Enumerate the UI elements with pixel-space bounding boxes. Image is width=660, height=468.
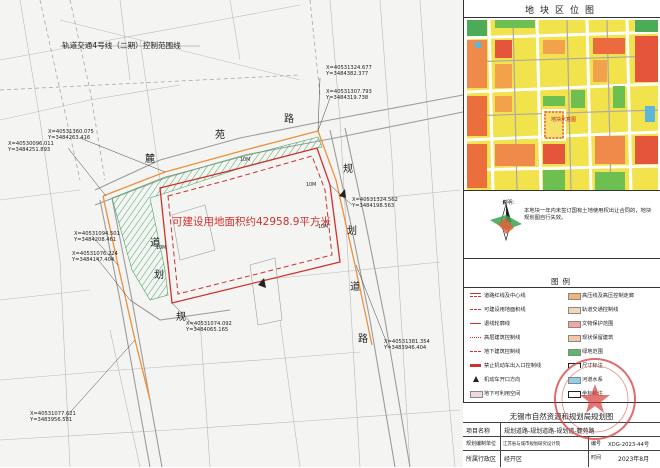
legend-label: 现状保留建筑 (582, 335, 614, 341)
rail-control-label: 轨道交通4号线（二期）控制范围线 (62, 41, 181, 50)
legend-label: 机动车开口方向 (484, 377, 521, 383)
dim-label: 10M (240, 158, 251, 163)
legend-swatch (568, 335, 581, 342)
coord-tag: X=40531074.092 Y=3484065.165 (186, 321, 232, 333)
legend-label: 轨道交通控制线 (582, 307, 619, 313)
divider (463, 450, 660, 451)
divider (464, 190, 660, 191)
dim-label: 10M (306, 183, 317, 188)
date-value: 2023年8月 (618, 456, 650, 463)
legend-swatch (470, 364, 481, 367)
legend-swatch (568, 321, 581, 328)
legend-title: 图例 (551, 277, 574, 286)
district-label: 所属行政区 (466, 456, 497, 463)
coord-tag: X=40530096.011 Y=3484251.893 (8, 141, 54, 153)
planning-sheet: 轨道交通4号线（二期）控制范围线 可建设用地面积约42958.9平方米 路 规 … (0, 0, 660, 468)
road-char: 划 (154, 270, 164, 281)
road-char: 规 (176, 312, 186, 323)
legend-label: 地下建筑控制线 (484, 349, 521, 355)
legend-label: 退线轮廓线 (484, 321, 510, 327)
legend-label: 道路红线及中心线 (484, 293, 526, 299)
legend-swatch (568, 307, 581, 314)
divider (500, 422, 501, 467)
coord-tag: X=40531094.501 Y=3484208.461 (74, 231, 120, 243)
coord-tag: X=40531076.224 Y=3484147.404 (72, 251, 118, 263)
compass-north-label: N (503, 200, 507, 206)
dim-label: 10M (318, 225, 329, 230)
location-map (467, 20, 658, 190)
road-char: 路 (358, 334, 368, 345)
location-title: 地块区位图 (524, 6, 600, 16)
site-tag: 地块示意图 (551, 117, 577, 123)
legend-swatch (470, 293, 481, 297)
buildable-area-label: 可建设用地面积约42958.9平方米 (172, 216, 331, 228)
legend-label: 可建设用地面积线 (484, 307, 526, 313)
coord-tag: X=40531360.075 Y=3484263.416 (48, 129, 94, 141)
compass-icon (490, 202, 522, 242)
legend-swatch (470, 391, 483, 398)
road-char: 麓 (145, 154, 155, 165)
legend-swatch (470, 323, 481, 326)
site-highlight (542, 109, 566, 141)
divider (464, 17, 660, 18)
road-char: 苑 (215, 130, 225, 141)
coord-tag: X=40531324.562 Y=3484198.563 (352, 197, 398, 209)
site-plan-drawing (0, 0, 463, 467)
legend-label: 高压线及高压控制走廊 (582, 293, 634, 299)
road-char: 路 (284, 114, 294, 125)
project-name-label: 项目名称 (466, 428, 491, 435)
road-char: 道 (350, 282, 360, 293)
note-text: 本地块一年内未签订国有土地使用权出让合同的，地块规划图自行失效。 (524, 208, 652, 221)
legend-swatch (568, 349, 581, 356)
official-seal-icon (554, 358, 636, 440)
legend-label: 文物保护范围 (582, 321, 614, 327)
legend-label: 地下可利用空间 (484, 391, 521, 397)
coord-tag: X=40531077.621 Y=3483956.581 (30, 411, 76, 423)
date-label: 时间 (591, 455, 602, 461)
planning-unit-label: 规划编制单位 (466, 441, 497, 447)
coord-tag: X=40531307.793 Y=3484319.738 (326, 89, 372, 101)
legend-swatch (470, 351, 481, 354)
site-plan-map: 轨道交通4号线（二期）控制范围线 可建设用地面积约42958.9平方米 路 规 … (0, 0, 463, 467)
district-value: 经开区 (504, 456, 523, 463)
road-char: 规 (343, 164, 353, 175)
legend-label: 绿地范围 (582, 349, 603, 355)
legend-label: 禁止机动车出入口控制线 (484, 363, 542, 369)
legend-swatch (473, 376, 479, 382)
road-char: 划 (347, 226, 357, 237)
coord-tag: X=40531324.677 Y=3484382.377 (326, 65, 372, 77)
dim-label: 10M (156, 246, 167, 251)
legend-swatch (568, 293, 581, 300)
legend-swatch (470, 309, 481, 312)
legend-swatch (470, 337, 481, 340)
divider (464, 258, 660, 259)
coord-tag: X=40531381.354 Y=3483946.404 (384, 339, 430, 351)
legend-label: 高层建筑控制线 (484, 335, 521, 341)
divider (464, 287, 660, 288)
